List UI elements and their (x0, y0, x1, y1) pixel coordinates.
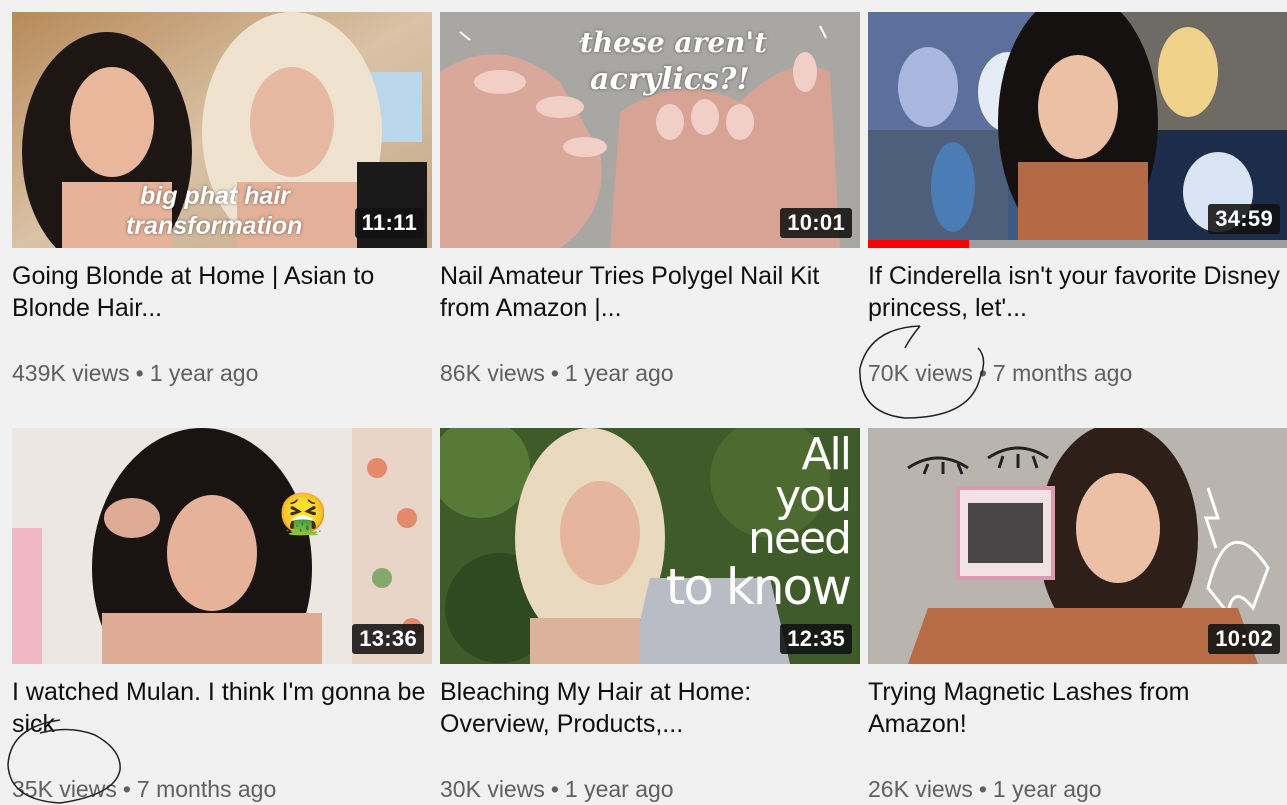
upload-age: 7 months ago (992, 360, 1133, 386)
video-meta: 86K views • 1 year ago (440, 358, 674, 388)
view-count: 35K views (12, 776, 117, 802)
meta-separator: • (550, 360, 559, 386)
video-card[interactable]: these aren't acrylics?! 10:01 Nail Amate… (440, 12, 860, 392)
video-meta: 30K views • 1 year ago (440, 774, 674, 804)
thumbnail-caption: All (801, 429, 852, 480)
meta-separator: • (550, 776, 559, 802)
thumbnail-caption: you (775, 471, 852, 522)
video-title[interactable]: I watched Mulan. I think I'm gonna be si… (12, 676, 432, 740)
video-card[interactable]: All you need to know 12:35 Bleaching My … (440, 428, 860, 805)
meta-separator: • (122, 776, 131, 802)
duration-badge: 10:02 (1208, 624, 1280, 654)
duration-badge: 11:11 (354, 208, 424, 238)
video-card[interactable]: 34:59 If Cinderella isn't your favorite … (868, 12, 1287, 392)
video-thumbnail[interactable]: 🤮 13:36 (12, 428, 432, 664)
video-title[interactable]: Bleaching My Hair at Home: Overview, Pro… (440, 676, 860, 740)
view-count: 70K views (868, 360, 973, 386)
meta-separator: • (135, 360, 144, 386)
sick-emoji: 🤮 (278, 492, 328, 536)
meta-separator: • (978, 776, 987, 802)
view-count: 26K views (868, 776, 973, 802)
video-meta: 439K views • 1 year ago (12, 358, 258, 388)
thumbnail-caption: these aren't (580, 26, 768, 59)
video-thumbnail[interactable]: big phat hair transformation 11:11 (12, 12, 432, 248)
video-grid: big phat hair transformation 11:11 Going… (0, 0, 1287, 805)
thumbnail-caption: to know (665, 558, 852, 616)
video-title[interactable]: Going Blonde at Home | Asian to Blonde H… (12, 260, 432, 324)
thumbnail-caption: big phat hair (140, 182, 290, 210)
video-card[interactable]: 10:02 Trying Magnetic Lashes from Amazon… (868, 428, 1287, 805)
upload-age: 1 year ago (564, 776, 674, 802)
video-meta: 26K views • 1 year ago (868, 774, 1102, 804)
video-meta: 35K views • 7 months ago (12, 774, 276, 804)
video-card[interactable]: big phat hair transformation 11:11 Going… (12, 12, 432, 392)
duration-badge: 10:01 (780, 208, 852, 238)
upload-age: 7 months ago (136, 776, 277, 802)
meta-separator: • (978, 360, 987, 386)
video-title[interactable]: Trying Magnetic Lashes from Amazon! (868, 676, 1287, 740)
view-count: 86K views (440, 360, 545, 386)
view-count: 439K views (12, 360, 130, 386)
duration-badge: 13:36 (352, 624, 424, 654)
video-title[interactable]: Nail Amateur Tries Polygel Nail Kit from… (440, 260, 860, 324)
video-thumbnail[interactable]: 10:02 (868, 428, 1287, 664)
duration-badge: 34:59 (1208, 204, 1280, 234)
duration-badge: 12:35 (780, 624, 852, 654)
upload-age: 1 year ago (564, 360, 674, 386)
watch-progress-fill (868, 240, 969, 248)
video-card[interactable]: 🤮 13:36 I watched Mulan. I think I'm gon… (12, 428, 432, 805)
video-thumbnail[interactable]: All you need to know 12:35 (440, 428, 860, 664)
upload-age: 1 year ago (992, 776, 1102, 802)
thumbnail-caption: transformation (126, 212, 303, 240)
video-thumbnail[interactable]: these aren't acrylics?! 10:01 (440, 12, 860, 248)
video-thumbnail[interactable]: 34:59 (868, 12, 1287, 248)
watch-progress-bar (868, 240, 1287, 248)
view-count: 30K views (440, 776, 545, 802)
video-title[interactable]: If Cinderella isn't your favorite Disney… (868, 260, 1287, 324)
video-meta: 70K views • 7 months ago (868, 358, 1132, 388)
upload-age: 1 year ago (149, 360, 259, 386)
thumbnail-caption: acrylics?! (590, 62, 750, 97)
thumbnail-caption: need (748, 513, 852, 564)
